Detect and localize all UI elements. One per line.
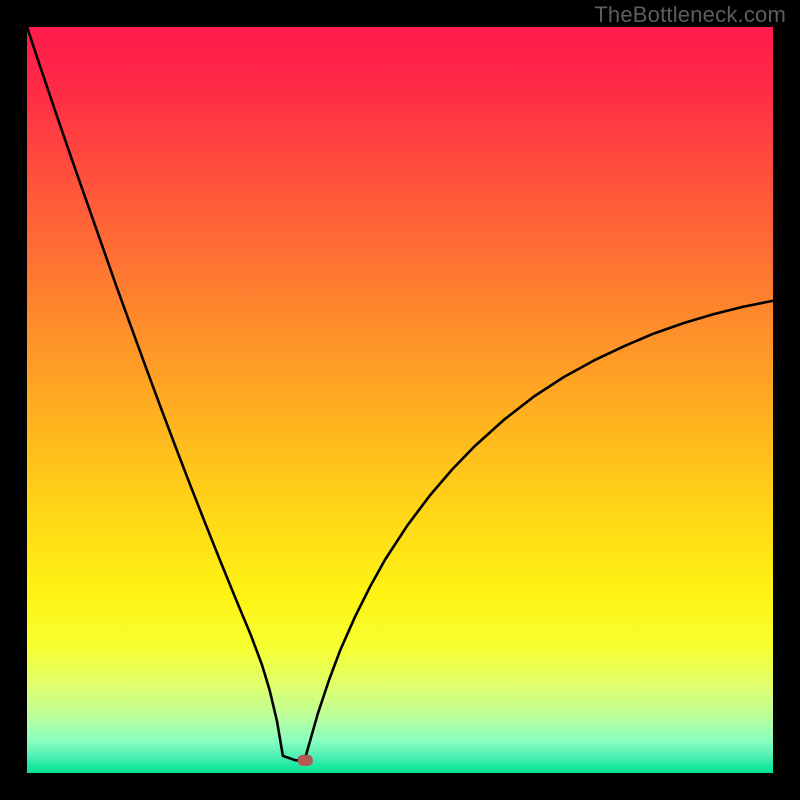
chart-frame: TheBottleneck.com xyxy=(0,0,800,800)
watermark-label: TheBottleneck.com xyxy=(594,2,786,28)
gradient-background xyxy=(27,27,773,773)
bottleneck-plot xyxy=(27,27,773,773)
optimum-marker xyxy=(298,755,313,766)
